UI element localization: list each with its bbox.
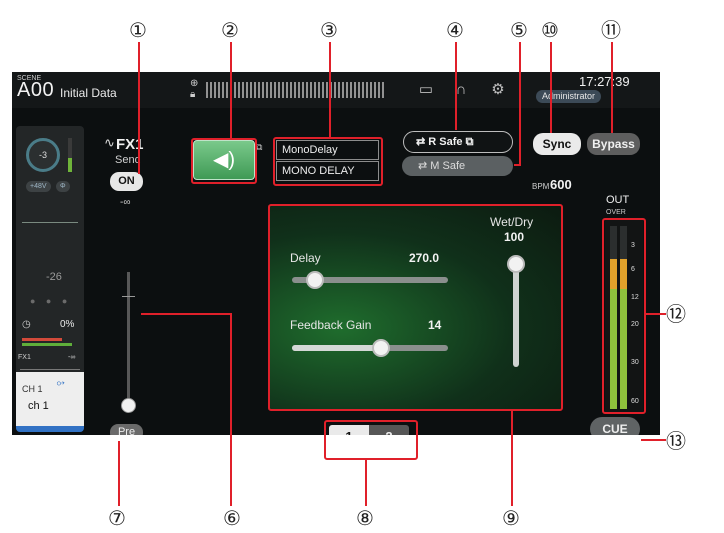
callout-box-type (273, 137, 383, 186)
mute-safe-label: M Safe (430, 160, 466, 172)
dynamics-value: -26 (46, 271, 62, 283)
leader-5v (519, 42, 521, 166)
microphone-icon: ♂ (51, 373, 70, 393)
channel-strip[interactable]: -3 +48V Φ -26 ● ● ● ◷ 0% FX1 -∞ CH 1 ♂ c… (16, 126, 84, 432)
callout-11: ⑪ (601, 18, 621, 42)
fader-unity-mark (122, 296, 135, 297)
callout-1: ① (129, 18, 147, 42)
channel-number: CH 1 (22, 384, 43, 394)
leader-12 (646, 313, 666, 315)
leader-7 (118, 441, 120, 506)
callout-box-panel (268, 204, 563, 411)
leader-10 (550, 42, 552, 133)
callout-box-speaker (191, 138, 257, 184)
percent-value: 0% (60, 319, 75, 330)
clock: 17:27:39 (579, 74, 630, 89)
user-badge[interactable]: Administrator (536, 90, 602, 103)
callout-7: ⑦ (108, 506, 126, 530)
scene-title[interactable]: Initial Data (60, 86, 117, 100)
input-meter (68, 138, 72, 172)
recall-safe-icon: ⇄ (416, 136, 426, 148)
pre-post-button[interactable]: Pre (110, 424, 143, 435)
channel-name-card[interactable]: CH 1 ♂ ch 1 (16, 372, 84, 432)
callout-3: ③ (320, 18, 338, 42)
callout-6: ⑥ (223, 506, 241, 530)
recall-safe-label: R Safe (428, 136, 463, 148)
callout-13: ⑬ (666, 429, 686, 453)
leader-4 (455, 42, 457, 130)
scene-number[interactable]: A00 (17, 79, 54, 102)
callout-box-pages (324, 420, 418, 460)
send-on-button[interactable]: ON (110, 172, 143, 191)
fx-send-tag: FX1 (18, 354, 31, 361)
leader-5h (514, 164, 521, 166)
leader-1 (138, 42, 140, 174)
callout-10: ⑩ (541, 18, 559, 42)
gain-knob[interactable]: -3 (26, 138, 60, 172)
lock-icon[interactable]: ⊕ 🔒︎ (190, 78, 200, 100)
bypass-button[interactable]: Bypass (587, 133, 640, 155)
leader-13 (641, 439, 666, 441)
top-bar: SCENE A00 Initial Data ⊕ 🔒︎ ▭ ∩ ⚙ 17:27:3… (12, 72, 660, 108)
phase-badge[interactable]: Φ (56, 181, 70, 192)
phantom-power-badge[interactable]: +48V (26, 181, 51, 192)
leader-3 (329, 42, 331, 137)
callout-4: ④ (446, 18, 464, 42)
overview-meter-strip[interactable] (206, 82, 386, 98)
dynamics-dots: ● ● ● (30, 296, 72, 306)
callout-12: ⑫ (666, 302, 686, 326)
leader-2 (230, 42, 232, 138)
leader-6v (230, 313, 232, 506)
callout-2: ② (221, 18, 239, 42)
callout-5: ⑤ (510, 18, 528, 42)
fx-send-level: -∞ (68, 354, 76, 361)
level-bar-red (22, 338, 62, 341)
over-label: OVER (606, 209, 626, 216)
level-bar-green (22, 343, 72, 346)
callout-box-meter (602, 218, 646, 414)
clock-icon: ◷ (22, 319, 31, 330)
channel-name: ch 1 (28, 400, 49, 412)
leader-9 (511, 411, 513, 506)
send-label: Send (115, 154, 141, 166)
send-fader-track[interactable] (127, 272, 130, 412)
pan-indicator[interactable] (20, 362, 80, 370)
sync-button[interactable]: Sync (533, 133, 581, 155)
bpm-value[interactable]: 600 (550, 177, 572, 192)
callout-9: ⑨ (502, 506, 520, 530)
send-fader-knob[interactable] (121, 398, 136, 413)
callout-8: ⑧ (356, 506, 374, 530)
external-link-icon: ⧉ (465, 136, 474, 148)
headphones-icon[interactable]: ∩ (451, 80, 471, 100)
recorder-icon[interactable]: ▭ (416, 80, 436, 100)
leader-11 (611, 42, 613, 133)
leader-8 (365, 460, 367, 506)
recall-safe-button[interactable]: ⇄ R Safe ⧉ (403, 131, 513, 153)
leader-6h (141, 313, 231, 315)
cue-button[interactable]: CUE (590, 417, 640, 435)
gear-icon[interactable]: ⚙ (488, 80, 508, 100)
waveform-icon: ∿ (104, 135, 115, 150)
eq-curve[interactable] (22, 222, 78, 223)
mute-safe-button[interactable]: ⇄ M Safe (402, 156, 513, 176)
out-label: OUT (606, 194, 630, 206)
send-level-value: -∞ (120, 197, 131, 208)
bpm-label: BPM (532, 182, 550, 191)
mute-safe-icon: ⇄ (418, 160, 428, 172)
